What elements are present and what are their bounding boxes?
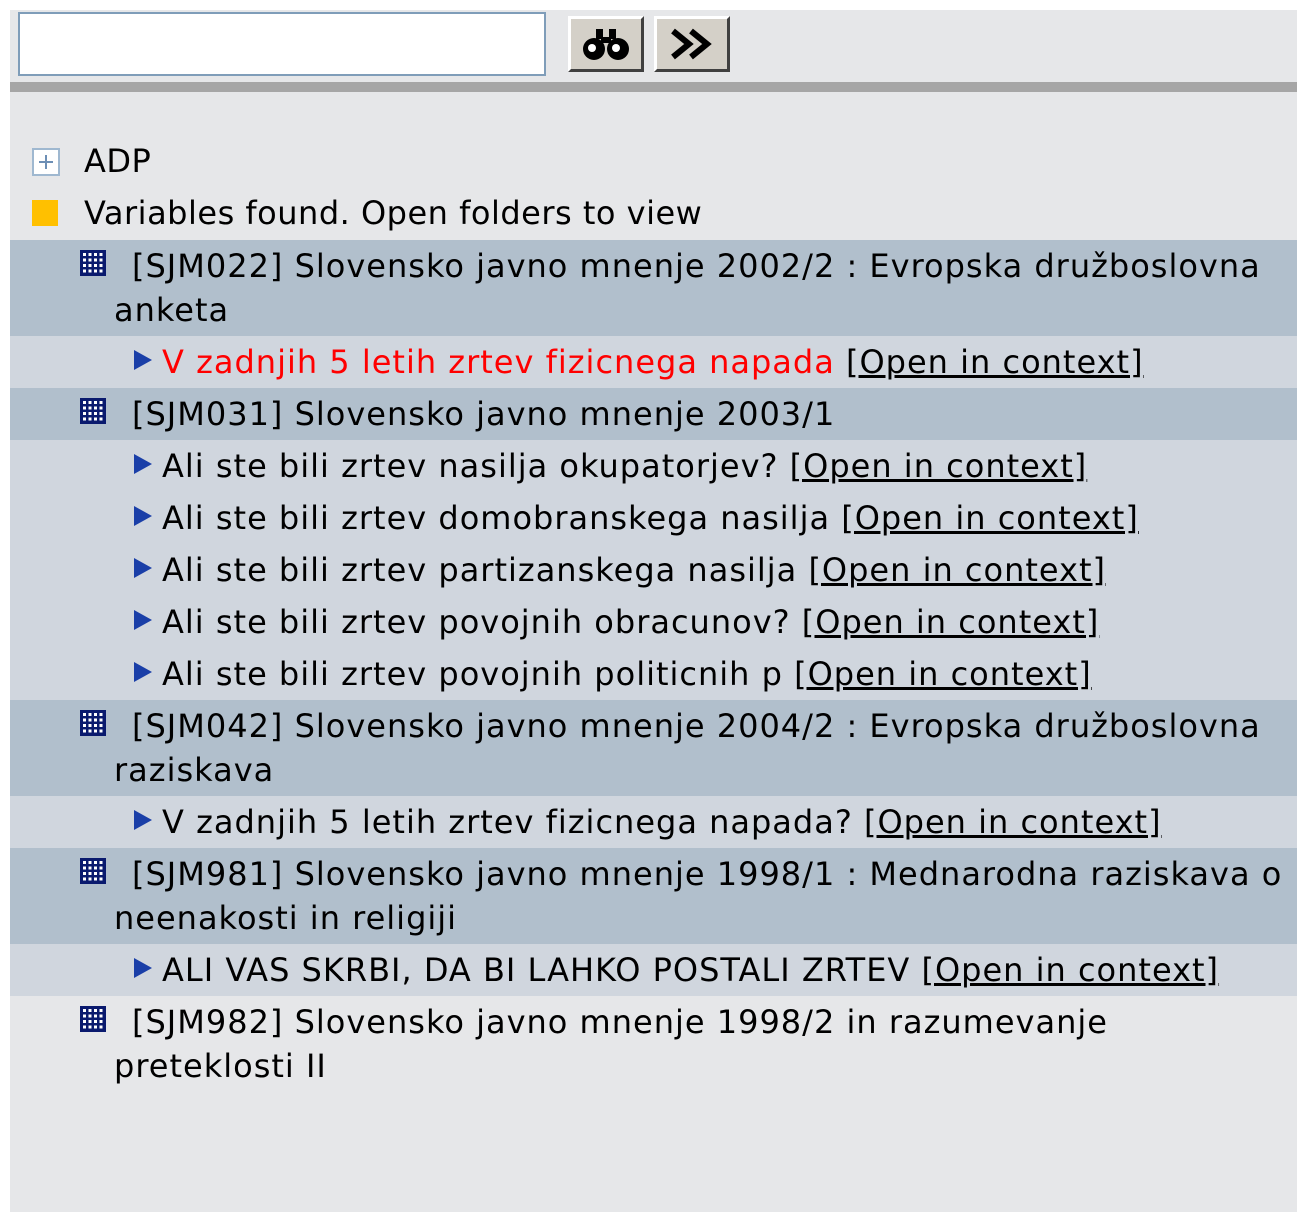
triangle-right-icon [134,454,152,474]
open-in-context-link[interactable]: [Open in context] [864,803,1162,841]
open-in-context-link[interactable]: [Open in context] [802,603,1100,641]
triangle-right-icon [134,810,152,830]
variable-row: Ali ste bili zrtev partizanskega nasilja… [10,544,1297,596]
variable-label[interactable]: Ali ste bili zrtev povojnih obracunov? [162,603,791,641]
variable-row: V zadnjih 5 letih zrtev fizicnega napada… [10,336,1297,388]
table-grid-icon [80,1006,106,1032]
search-panel: ADP Variables found. Open folders to vie… [10,10,1297,1212]
study-title[interactable]: [SJM042] Slovensko javno mnenje 2004/2 :… [114,704,1297,792]
study-row[interactable]: [SJM031] Slovensko javno mnenje 2003/1 [10,388,1297,440]
variable-list: V zadnjih 5 letih zrtev fizicnega napada… [10,336,1297,388]
variable-row: Ali ste bili zrtev povojnih politicnih p… [10,648,1297,700]
variable-text: ALI VAS SKRBI, DA BI LAHKO POSTALI ZRTEV… [162,947,1297,993]
variable-text: Ali ste bili zrtev partizanskega nasilja… [162,547,1297,593]
double-chevron-right-icon [671,28,712,60]
table-grid-icon [80,250,106,276]
open-in-context-link[interactable]: [Open in context] [790,447,1088,485]
variable-label[interactable]: V zadnjih 5 letih zrtev fizicnega napada [162,343,835,381]
variable-list: ALI VAS SKRBI, DA BI LAHKO POSTALI ZRTEV… [10,944,1297,996]
variable-text: Ali ste bili zrtev domobranskega nasilja… [162,495,1297,541]
binoculars-icon [583,29,629,60]
tree-status-row: Variables found. Open folders to view [10,188,1297,240]
triangle-right-icon [134,662,152,682]
study-title[interactable]: [SJM022] Slovensko javno mnenje 2002/2 :… [114,244,1297,332]
triangle-right-icon [134,958,152,978]
toolbar-divider [10,82,1297,92]
variable-row: Ali ste bili zrtev povojnih obracunov? [… [10,596,1297,648]
folder-status-icon [32,200,58,226]
triangle-right-icon [134,506,152,526]
find-button[interactable] [568,16,644,72]
variable-row: Ali ste bili zrtev nasilja okupatorjev? … [10,440,1297,492]
tree-root-label: ADP [84,142,152,180]
variable-list: Ali ste bili zrtev nasilja okupatorjev? … [10,440,1297,700]
variable-label[interactable]: Ali ste bili zrtev nasilja okupatorjev? [162,447,779,485]
variable-label[interactable]: ALI VAS SKRBI, DA BI LAHKO POSTALI ZRTEV [162,951,910,989]
triangle-right-icon [134,558,152,578]
next-button[interactable] [654,16,730,72]
tree-root-row[interactable]: ADP [10,136,1297,188]
table-grid-icon [80,710,106,736]
open-in-context-link[interactable]: [Open in context] [808,551,1106,589]
expand-plus-icon[interactable] [32,148,60,176]
study-title[interactable]: [SJM981] Slovensko javno mnenje 1998/1 :… [114,852,1297,940]
open-in-context-link[interactable]: [Open in context] [846,343,1144,381]
variable-text: Ali ste bili zrtev nasilja okupatorjev? … [162,443,1297,489]
variable-label[interactable]: V zadnjih 5 letih zrtev fizicnega napada… [162,803,853,841]
study-row[interactable]: [SJM042] Slovensko javno mnenje 2004/2 :… [10,700,1297,796]
search-toolbar [10,10,1297,82]
study-title[interactable]: [SJM982] Slovensko javno mnenje 1998/2 i… [114,1000,1297,1088]
open-in-context-link[interactable]: [Open in context] [794,655,1092,693]
tree-status-label: Variables found. Open folders to view [84,194,703,232]
variable-text: Ali ste bili zrtev povojnih obracunov? [… [162,599,1297,645]
study-row[interactable]: [SJM022] Slovensko javno mnenje 2002/2 :… [10,240,1297,336]
variable-label[interactable]: Ali ste bili zrtev domobranskega nasilja [162,499,830,537]
study-list: [SJM022] Slovensko javno mnenje 2002/2 :… [10,240,1297,1092]
study-row[interactable]: [SJM982] Slovensko javno mnenje 1998/2 i… [10,996,1297,1092]
study-row[interactable]: [SJM981] Slovensko javno mnenje 1998/1 :… [10,848,1297,944]
triangle-right-icon [134,350,152,370]
open-in-context-link[interactable]: [Open in context] [921,951,1219,989]
variable-text: V zadnjih 5 letih zrtev fizicnega napada… [162,339,1297,385]
variable-row: ALI VAS SKRBI, DA BI LAHKO POSTALI ZRTEV… [10,944,1297,996]
search-input[interactable] [18,12,546,76]
open-in-context-link[interactable]: [Open in context] [841,499,1139,537]
variable-row: Ali ste bili zrtev domobranskega nasilja… [10,492,1297,544]
study-title[interactable]: [SJM031] Slovensko javno mnenje 2003/1 [114,392,1297,436]
table-grid-icon [80,858,106,884]
variable-list: V zadnjih 5 letih zrtev fizicnega napada… [10,796,1297,848]
triangle-right-icon [134,610,152,630]
variable-row: V zadnjih 5 letih zrtev fizicnega napada… [10,796,1297,848]
variable-label[interactable]: Ali ste bili zrtev povojnih politicnih p [162,655,783,693]
variable-label[interactable]: Ali ste bili zrtev partizanskega nasilja [162,551,797,589]
results-tree: ADP Variables found. Open folders to vie… [10,136,1297,1092]
variable-text: Ali ste bili zrtev povojnih politicnih p… [162,651,1297,697]
table-grid-icon [80,398,106,424]
variable-text: V zadnjih 5 letih zrtev fizicnega napada… [162,799,1297,845]
